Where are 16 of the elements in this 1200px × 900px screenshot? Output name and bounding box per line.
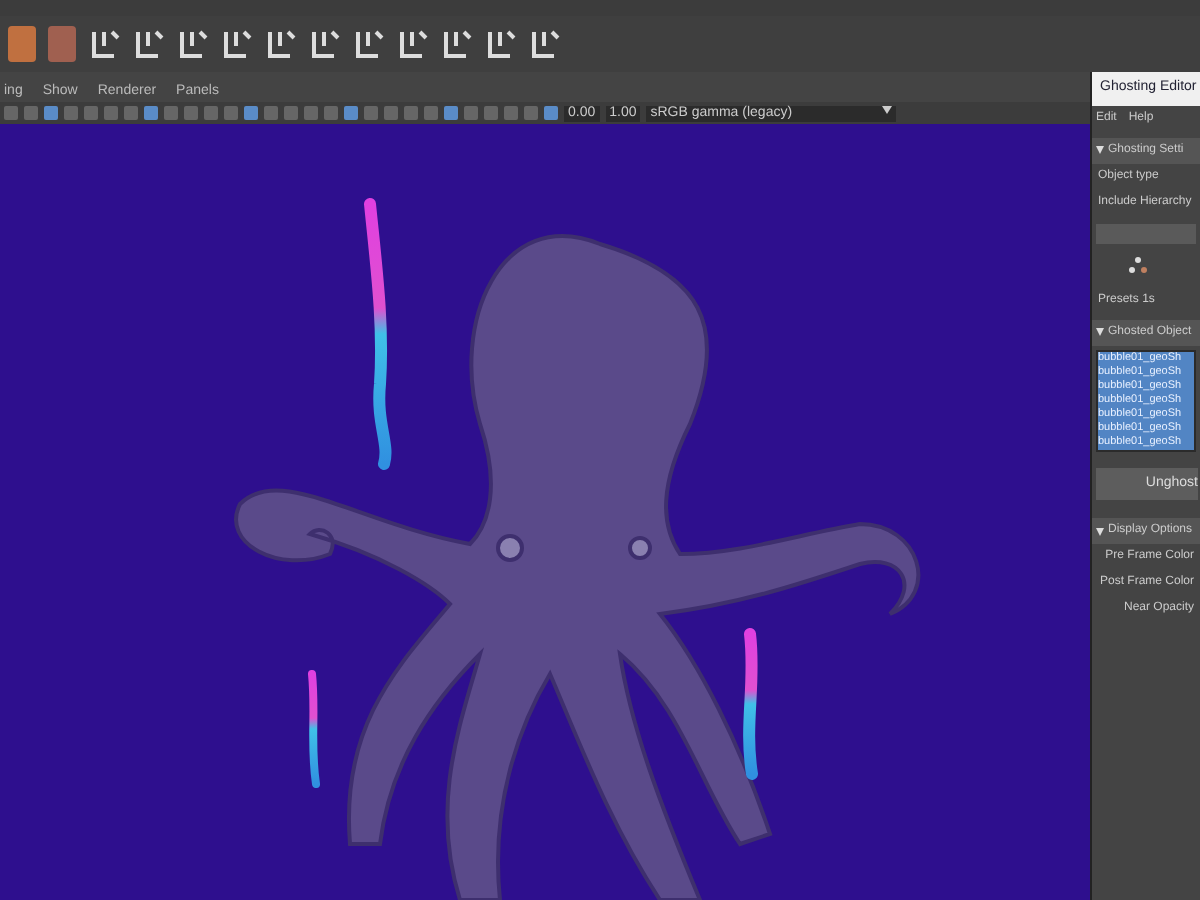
expand-arrow-icon[interactable]: [1096, 146, 1104, 154]
shelf-tool-icon[interactable]: [440, 26, 472, 62]
shelf-tool-icon[interactable]: [88, 26, 120, 62]
expand-arrow-icon[interactable]: [1096, 527, 1104, 535]
dots-icon: [1128, 255, 1148, 275]
expand-arrow-icon[interactable]: [1096, 328, 1104, 336]
shelf-tool-icon[interactable]: [484, 26, 516, 62]
shelf-tool-icon[interactable]: [396, 26, 428, 62]
shelf-tool-icon[interactable]: [308, 26, 340, 62]
shelf-tool-icon[interactable]: [220, 26, 252, 62]
shelf-tool-icon[interactable]: [132, 26, 164, 62]
ghost-trail: [308, 670, 320, 788]
shelf-tool-icon[interactable]: [264, 26, 296, 62]
shelf-tool-icon[interactable]: [352, 26, 384, 62]
shelf-tool-icon[interactable]: [528, 26, 560, 62]
shelf-tool-icon[interactable]: [176, 26, 208, 62]
